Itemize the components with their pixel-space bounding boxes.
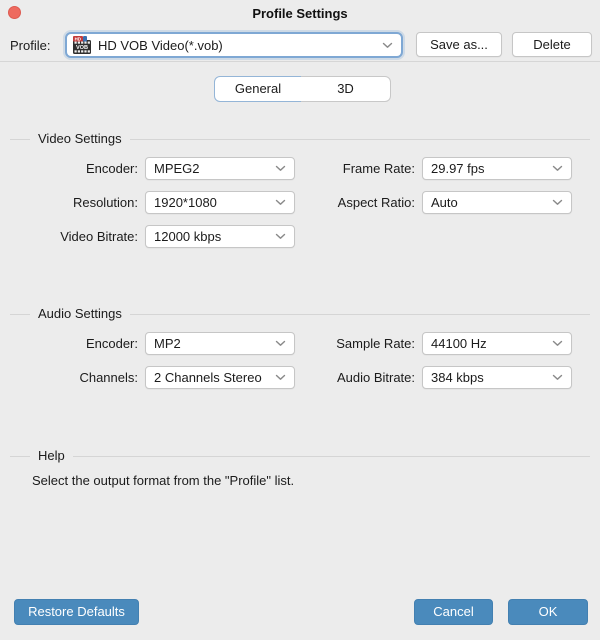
aspect-ratio-dropdown[interactable]: Auto [422, 191, 572, 214]
chevron-down-icon [382, 42, 393, 48]
resolution-dropdown[interactable]: 1920*1080 [145, 191, 295, 214]
profile-combobox-value: HD VOB Video(*.vob) [98, 37, 223, 53]
aspect-ratio-value: Auto [431, 195, 458, 210]
profile-combobox[interactable]: VOB HD HD VOB Video(*.vob) [65, 32, 403, 58]
divider [72, 455, 590, 457]
video-bitrate-label: Video Bitrate: [60, 229, 138, 244]
help-header: Help [10, 448, 590, 464]
chevron-down-icon [552, 340, 563, 346]
video-settings-title: Video Settings [38, 131, 122, 146]
vob-file-icon: VOB HD [73, 35, 91, 54]
help-text: Select the output format from the "Profi… [32, 473, 295, 488]
channels-label: Channels: [79, 370, 138, 385]
audio-encoder-label: Encoder: [85, 336, 138, 351]
audio-settings-title: Audio Settings [38, 306, 122, 321]
video-settings-header: Video Settings [10, 131, 590, 147]
save-as-button[interactable]: Save as... [416, 32, 502, 57]
sample-rate-dropdown[interactable]: 44100 Hz [422, 332, 572, 355]
audio-bitrate-label: Audio Bitrate: [336, 370, 415, 385]
tab-general[interactable]: General [214, 76, 302, 102]
divider [10, 313, 30, 315]
channels-value: 2 Channels Stereo [154, 370, 262, 385]
frame-rate-dropdown[interactable]: 29.97 fps [422, 157, 572, 180]
profile-settings-dialog: Profile Settings Profile: VOB HD HD VOB … [0, 0, 600, 640]
chevron-down-icon [552, 374, 563, 380]
audio-settings-header: Audio Settings [10, 306, 590, 322]
chevron-down-icon [275, 165, 286, 171]
audio-bitrate-value: 384 kbps [431, 370, 484, 385]
profile-label: Profile: [10, 38, 51, 53]
help-title: Help [38, 448, 65, 463]
audio-bitrate-dropdown[interactable]: 384 kbps [422, 366, 572, 389]
video-encoder-label: Encoder: [85, 161, 138, 176]
divider [129, 138, 590, 140]
resolution-value: 1920*1080 [154, 195, 217, 210]
title-bar: Profile Settings [0, 0, 600, 26]
sample-rate-value: 44100 Hz [431, 336, 487, 351]
divider [10, 138, 30, 140]
video-bitrate-dropdown[interactable]: 12000 kbps [145, 225, 295, 248]
vob-icon-text: VOB [76, 45, 88, 51]
frame-rate-value: 29.97 fps [431, 161, 485, 176]
channels-dropdown[interactable]: 2 Channels Stereo [145, 366, 295, 389]
audio-encoder-value: MP2 [154, 336, 181, 351]
vob-icon-badge: HD [75, 36, 81, 41]
chevron-down-icon [275, 199, 286, 205]
ok-button[interactable]: OK [508, 599, 588, 625]
video-bitrate-value: 12000 kbps [154, 229, 222, 244]
audio-encoder-dropdown[interactable]: MP2 [145, 332, 295, 355]
tab-3d[interactable]: 3D [301, 76, 391, 102]
divider [0, 61, 600, 62]
video-encoder-value: MPEG2 [154, 161, 200, 176]
delete-button[interactable]: Delete [512, 32, 592, 57]
frame-rate-label: Frame Rate: [342, 161, 415, 176]
resolution-label: Resolution: [72, 195, 138, 210]
cancel-button[interactable]: Cancel [414, 599, 493, 625]
sample-rate-label: Sample Rate: [336, 336, 415, 351]
divider [129, 313, 590, 315]
chevron-down-icon [275, 233, 286, 239]
video-encoder-dropdown[interactable]: MPEG2 [145, 157, 295, 180]
chevron-down-icon [275, 340, 286, 346]
chevron-down-icon [552, 199, 563, 205]
restore-defaults-button[interactable]: Restore Defaults [14, 599, 139, 625]
chevron-down-icon [275, 374, 286, 380]
chevron-down-icon [552, 165, 563, 171]
dialog-title: Profile Settings [252, 6, 348, 21]
divider [10, 455, 30, 457]
aspect-ratio-label: Aspect Ratio: [337, 195, 415, 210]
